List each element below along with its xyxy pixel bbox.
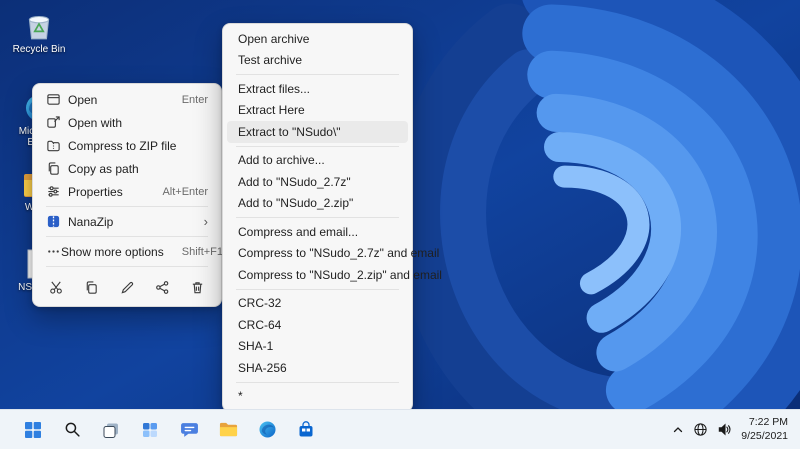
- submenu-item-extract-here[interactable]: Extract Here: [227, 100, 408, 122]
- quick-action-row: [37, 270, 217, 302]
- shortcut: Enter: [181, 93, 208, 106]
- submenu-item-extract-files[interactable]: Extract files...: [227, 78, 408, 100]
- submenu-item-add-to-zip[interactable]: Add to "NSudo_2.zip": [227, 193, 408, 215]
- menu-item-nanazip[interactable]: NanaZip ›: [37, 210, 217, 233]
- taskbar-icons: [0, 414, 323, 446]
- open-icon: [46, 92, 68, 107]
- copy-as-path-icon: [46, 161, 68, 176]
- taskbar-clock[interactable]: 7:22 PM 9/25/2021: [741, 416, 788, 443]
- menu-item-copy-as-path[interactable]: Copy as path: [37, 157, 217, 180]
- menu-item-compress-to-zip[interactable]: Compress to ZIP file: [37, 134, 217, 157]
- chat-icon[interactable]: [172, 414, 206, 446]
- menu-item-properties[interactable]: Properties Alt+Enter: [37, 180, 217, 203]
- recycle-bin-icon: [28, 15, 50, 40]
- menu-separator: [236, 74, 399, 75]
- zip-folder-icon: [46, 138, 68, 153]
- rename-icon[interactable]: [117, 275, 136, 299]
- desktop-icon-label: Recycle Bin: [12, 44, 66, 55]
- submenu-item-compress-7z-email[interactable]: Compress to "NSudo_2.7z" and email: [227, 243, 439, 265]
- menu-item-open[interactable]: Open Enter: [37, 88, 217, 111]
- submenu-item-crc64[interactable]: CRC-64: [227, 314, 408, 336]
- show-more-icon: [46, 244, 61, 259]
- nanazip-submenu: Open archive Test archive Extract files.…: [222, 23, 442, 412]
- desktop: Recycle Bin Microsoft Edge Works NSudo_2: [0, 0, 800, 449]
- context-menu: Open Enter Open with Compress to ZIP fil…: [32, 83, 229, 307]
- taskbar: 7:22 PM 9/25/2021: [0, 409, 800, 449]
- widgets-icon[interactable]: [133, 414, 167, 446]
- clock-time: 7:22 PM: [748, 415, 788, 428]
- nanazip-icon: [46, 214, 68, 229]
- menu-separator: [236, 381, 399, 383]
- submenu-item-sha1[interactable]: SHA-1: [227, 336, 408, 358]
- submenu-item-star[interactable]: *: [227, 386, 408, 408]
- menu-item-show-more-options[interactable]: Show more options Shift+F10: [37, 240, 229, 263]
- submenu-item-test-archive[interactable]: Test archive: [227, 50, 408, 72]
- store-icon[interactable]: [289, 414, 323, 446]
- menu-separator: [46, 266, 208, 267]
- menu-separator: [46, 206, 208, 207]
- system-tray: 7:22 PM 9/25/2021: [672, 416, 800, 443]
- cut-icon[interactable]: [47, 275, 66, 299]
- task-view-icon[interactable]: [94, 414, 128, 446]
- clock-date: 9/25/2021: [741, 429, 788, 442]
- menu-separator: [46, 236, 208, 237]
- submenu-item-compress-and-email[interactable]: Compress and email...: [227, 221, 408, 243]
- delete-icon[interactable]: [188, 275, 207, 299]
- submenu-item-crc32[interactable]: CRC-32: [227, 293, 408, 315]
- submenu-item-extract-to-nsudo[interactable]: Extract to "NSudo\": [227, 121, 408, 143]
- share-icon[interactable]: [153, 275, 172, 299]
- menu-separator: [236, 217, 399, 218]
- edge-icon[interactable]: [250, 414, 284, 446]
- desktop-icon-recycle-bin[interactable]: Recycle Bin: [6, 8, 72, 55]
- properties-icon: [46, 184, 68, 199]
- copy-icon[interactable]: [82, 275, 101, 299]
- submenu-item-open-archive[interactable]: Open archive: [227, 28, 408, 50]
- chevron-right-icon: ›: [203, 214, 208, 229]
- submenu-item-sha256[interactable]: SHA-256: [227, 357, 408, 379]
- menu-item-open-with[interactable]: Open with: [37, 111, 217, 134]
- submenu-item-add-to-archive[interactable]: Add to archive...: [227, 150, 408, 172]
- chevron-up-icon[interactable]: [672, 424, 684, 436]
- menu-separator: [236, 288, 399, 290]
- submenu-item-compress-zip-email[interactable]: Compress to "NSudo_2.zip" and email: [227, 264, 442, 286]
- menu-separator: [236, 145, 399, 147]
- start-button[interactable]: [16, 414, 50, 446]
- file-explorer-icon[interactable]: [211, 414, 245, 446]
- submenu-item-add-to-7z[interactable]: Add to "NSudo_2.7z": [227, 171, 408, 193]
- search-icon[interactable]: [55, 414, 89, 446]
- open-with-icon: [46, 115, 68, 130]
- network-icon[interactable]: [693, 422, 708, 437]
- volume-icon[interactable]: [717, 422, 732, 437]
